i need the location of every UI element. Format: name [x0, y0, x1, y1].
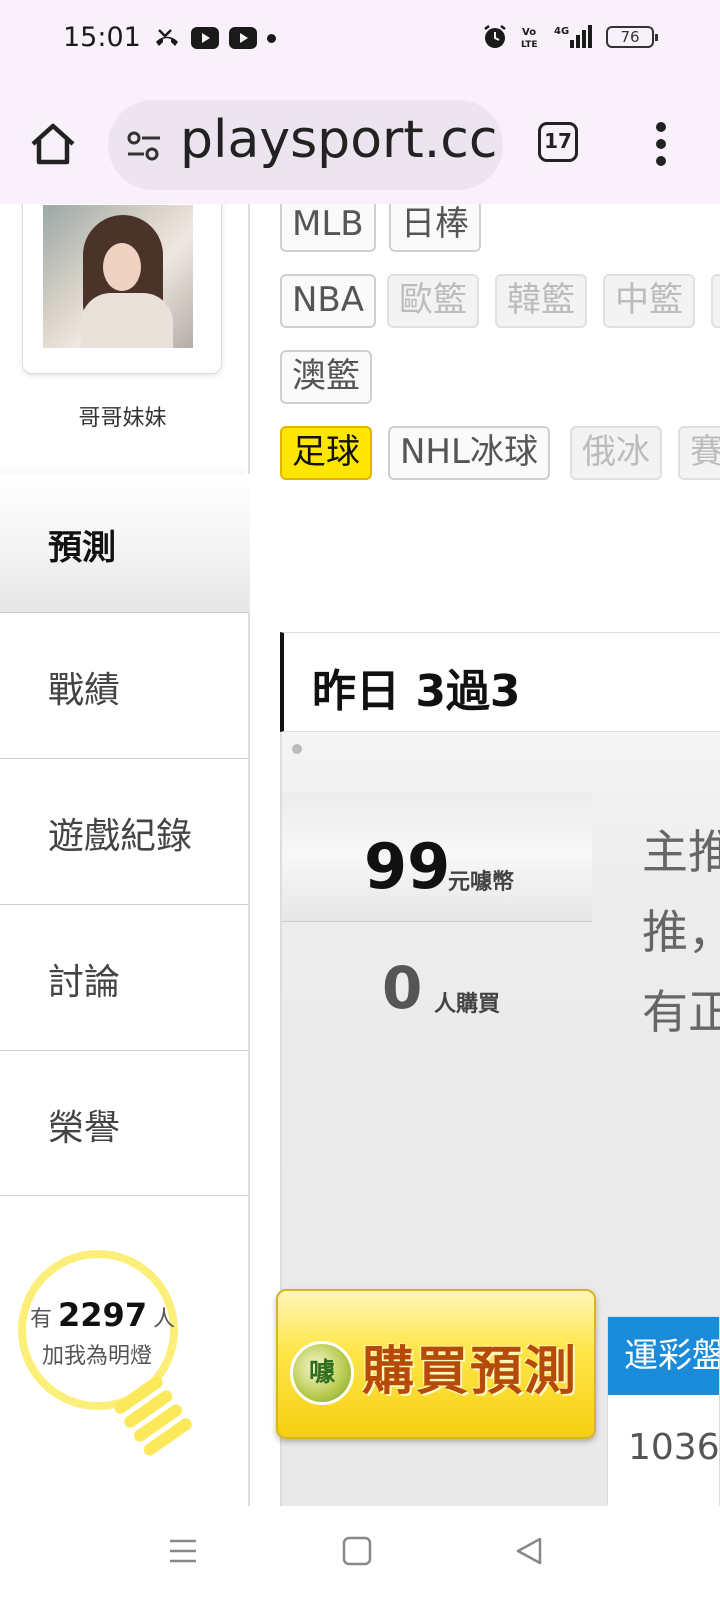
sidebar-item-predict[interactable]: 預測 [0, 474, 250, 612]
sidebar-item-label: 討論 [48, 962, 121, 1003]
pick-title-bar: 昨日 3過3 [280, 632, 720, 732]
lottery-odds-card[interactable]: 運彩盤 1036 切爾 阿斯 [607, 1316, 720, 1506]
system-nav-bar [0, 1506, 720, 1604]
fan-count: 有 2297 人 [30, 1296, 176, 1334]
league-euro-basketball[interactable]: 歐籃 [387, 274, 479, 328]
address-bar[interactable]: playsport.cc [108, 100, 503, 190]
sidebar-item-label: 預測 [48, 528, 116, 568]
home-icon[interactable] [28, 122, 78, 166]
buyer-count: 0 [382, 954, 423, 1022]
sidebar-item-game-history[interactable]: 遊戲紀錄 [0, 758, 248, 904]
league-more-cutoff[interactable] [711, 274, 720, 328]
league-nba[interactable]: NBA [280, 274, 377, 328]
follow-label[interactable]: 加我為明燈 [42, 1338, 152, 1370]
team-name: 切爾 [628, 1495, 716, 1506]
status-time: 15:01 [63, 22, 141, 53]
browser-toolbar: playsport.cc 17 [0, 84, 720, 204]
pick-title: 昨日 3過3 [312, 666, 521, 717]
missed-call-icon [156, 29, 178, 46]
league-khl[interactable]: 俄冰 [570, 426, 662, 480]
sidebar-item-discussion[interactable]: 討論 [0, 904, 248, 1050]
avatar[interactable] [43, 205, 193, 348]
price-box: 99 元噱幣 [282, 792, 592, 922]
follow-bulb[interactable]: 有 2297 人 加我為明燈 [10, 1248, 245, 1468]
sidebar-item-record[interactable]: 戰績 [0, 612, 248, 758]
recent-apps-icon[interactable] [168, 1536, 198, 1566]
price-unit: 元噱幣 [448, 870, 515, 895]
league-mlb[interactable]: MLB [280, 204, 376, 252]
notification-dot-icon [267, 33, 276, 43]
league-china-basketball[interactable]: 中籃 [603, 274, 695, 328]
url-text[interactable]: playsport.cc [180, 110, 497, 170]
pin-icon [292, 744, 302, 754]
league-npb[interactable]: 日棒 [389, 204, 481, 252]
price-value: 99 [364, 830, 451, 903]
sidebar-item-honor[interactable]: 榮譽 [0, 1050, 248, 1196]
back-icon[interactable] [514, 1536, 544, 1566]
signal-icon: 4G [554, 25, 592, 48]
battery-icon: 76 [606, 26, 658, 48]
volte-icon: Vo LTE [521, 27, 538, 50]
alarm-icon [484, 25, 506, 48]
coin-icon: 噱 [290, 1341, 354, 1405]
sidebar-item-label: 榮譽 [48, 1108, 121, 1149]
username[interactable]: 哥哥妹妹 [0, 400, 245, 432]
svg-text:LTE: LTE [521, 40, 538, 50]
youtube-icon [191, 27, 219, 49]
lottery-header: 運彩盤 [608, 1317, 719, 1395]
sidebar: 哥哥妹妹 預測 戰績 遊戲紀錄 討論 榮譽 有 2297 人 加我為明燈 [0, 204, 250, 1506]
league-racing[interactable]: 賽 [678, 426, 720, 480]
svg-text:4G: 4G [554, 26, 569, 37]
game-code: 1036 [628, 1427, 720, 1468]
tab-switcher-button[interactable]: 17 [538, 122, 578, 162]
league-nhl[interactable]: NHL冰球 [388, 426, 550, 480]
page-content: 哥哥妹妹 預測 戰績 遊戲紀錄 討論 榮譽 有 2297 人 加我為明燈 MLB 日… [0, 204, 720, 1506]
site-settings-icon[interactable] [124, 126, 164, 166]
buy-prediction-label: 購買預測 [362, 1342, 579, 1402]
sidebar-item-label: 遊戲紀錄 [48, 816, 193, 857]
more-menu-icon[interactable] [655, 122, 667, 166]
buyer-unit: 人購買 [434, 992, 501, 1017]
svg-text:Vo: Vo [522, 27, 536, 38]
avatar-card[interactable] [22, 204, 222, 374]
buy-prediction-button[interactable]: 噱 購買預測 [276, 1289, 596, 1439]
status-bar: 15:01 Vo LTE 4G 76 [0, 0, 720, 84]
league-soccer[interactable]: 足球 [280, 426, 372, 480]
sidebar-item-label: 戰績 [48, 670, 121, 711]
league-korea-basketball[interactable]: 韓籃 [495, 274, 587, 328]
pick-description: 主推 推， 有正 [642, 825, 720, 1039]
home-nav-icon[interactable] [342, 1536, 372, 1566]
league-australia-basketball[interactable]: 澳籃 [280, 350, 372, 404]
youtube-icon [229, 27, 257, 49]
